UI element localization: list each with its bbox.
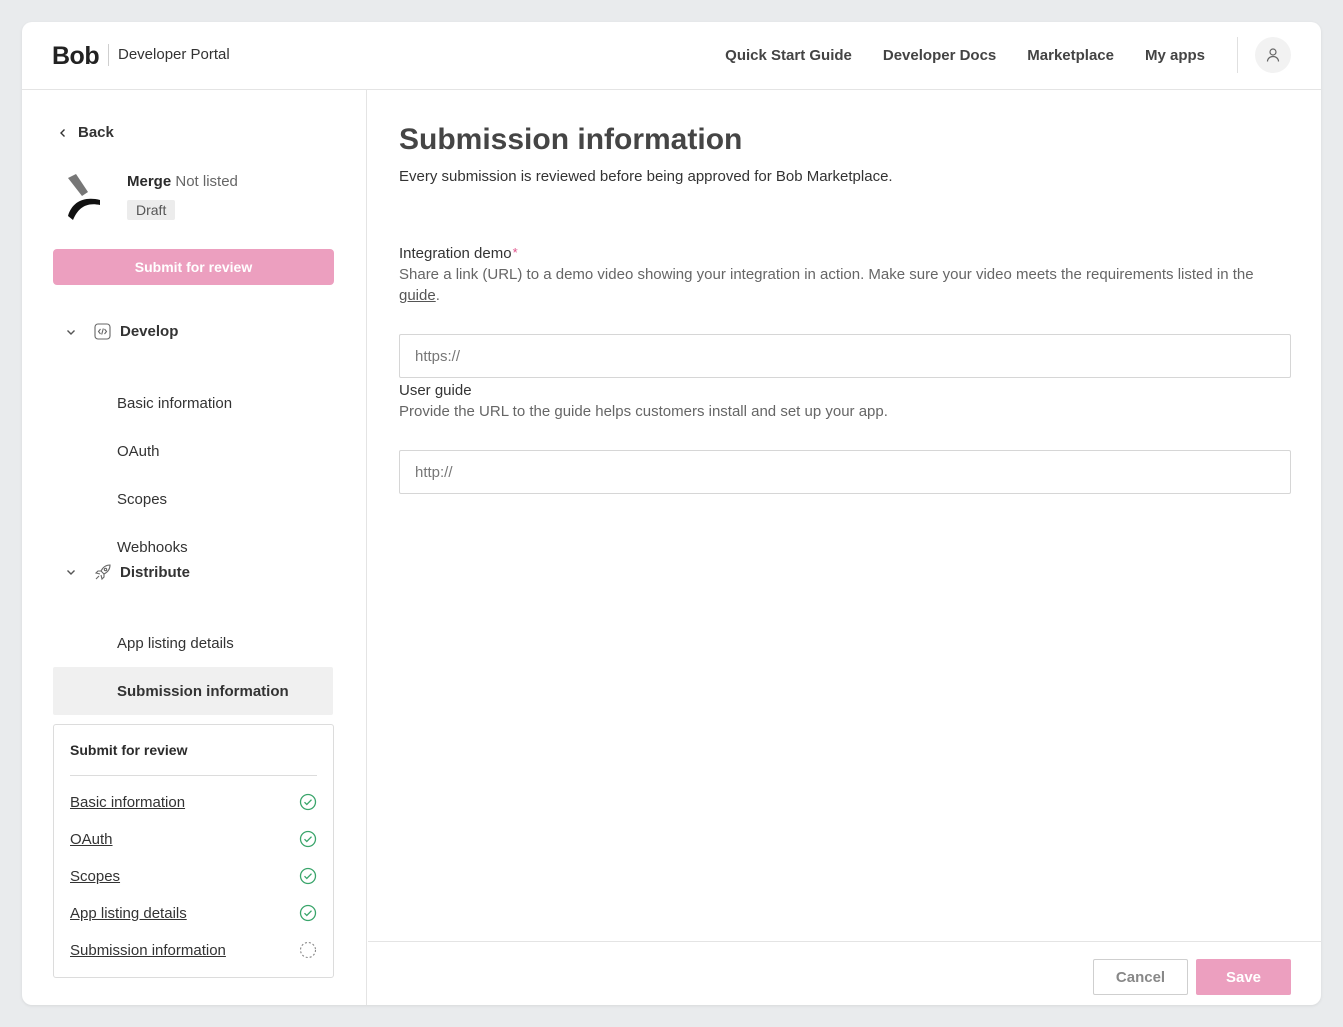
top-bar: Bob Developer Portal Quick Start Guide D… bbox=[22, 22, 1321, 90]
checklist-link-submission-information[interactable]: Submission information bbox=[70, 942, 226, 959]
sidebar: Back Merge Not listed Draft Submit for r… bbox=[22, 90, 367, 1005]
nav-my-apps[interactable]: My apps bbox=[1145, 47, 1205, 64]
check-circle-icon bbox=[299, 830, 317, 848]
checklist-link-app-listing-details[interactable]: App listing details bbox=[70, 905, 187, 922]
sidebar-item-oauth[interactable]: OAuth bbox=[53, 427, 333, 475]
sidebar-item-scopes[interactable]: Scopes bbox=[53, 475, 333, 523]
check-circle-icon bbox=[299, 904, 317, 922]
sidebar-item-submission-information[interactable]: Submission information bbox=[53, 667, 333, 715]
nav-divider bbox=[1237, 37, 1238, 73]
app-window: Bob Developer Portal Quick Start Guide D… bbox=[22, 22, 1321, 1005]
back-link[interactable]: Back bbox=[58, 124, 114, 141]
integration-demo-help-text: Share a link (URL) to a demo video showi… bbox=[399, 266, 1254, 283]
listing-status: Not listed bbox=[175, 173, 238, 190]
section-distribute-label: Distribute bbox=[120, 563, 191, 581]
nav-marketplace[interactable]: Marketplace bbox=[1027, 47, 1114, 64]
check-circle-icon bbox=[299, 867, 317, 885]
cancel-button[interactable]: Cancel bbox=[1093, 959, 1188, 995]
sidebar-item-basic-information[interactable]: Basic information bbox=[53, 379, 333, 427]
checklist-divider bbox=[70, 775, 317, 776]
section-develop[interactable]: Develop bbox=[66, 323, 178, 340]
integration-demo-help: Share a link (URL) to a demo video showi… bbox=[399, 264, 1289, 306]
form-footer: Cancel Save bbox=[368, 941, 1321, 1005]
nav-developer-docs[interactable]: Developer Docs bbox=[883, 47, 996, 64]
submit-for-review-button[interactable]: Submit for review bbox=[53, 249, 334, 285]
checklist-row: App listing details bbox=[70, 904, 317, 922]
chevron-down-icon bbox=[67, 570, 75, 575]
sidebar-item-app-listing-details[interactable]: App listing details bbox=[53, 619, 333, 667]
checklist-row: Submission information bbox=[70, 941, 317, 959]
code-icon bbox=[94, 323, 111, 340]
section-develop-label: Develop bbox=[120, 323, 179, 340]
user-guide-help: Provide the URL to the guide helps custo… bbox=[399, 403, 888, 420]
rocket-icon bbox=[94, 564, 111, 581]
user-guide-input[interactable] bbox=[399, 450, 1291, 494]
nav-quick-start-guide[interactable]: Quick Start Guide bbox=[725, 47, 852, 64]
user-avatar[interactable] bbox=[1255, 37, 1291, 73]
chevron-down-icon bbox=[67, 329, 75, 335]
checklist-title: Submit for review bbox=[70, 742, 188, 758]
checklist-row: Scopes bbox=[70, 867, 317, 885]
app-name-line: Merge Not listed bbox=[127, 173, 238, 190]
review-checklist: Submit for review Basic information OAut… bbox=[53, 724, 334, 978]
main-content: Submission information Every submission … bbox=[368, 90, 1321, 1005]
checklist-link-basic-information[interactable]: Basic information bbox=[70, 794, 185, 811]
status-badge: Draft bbox=[127, 200, 176, 220]
checklist-link-oauth[interactable]: OAuth bbox=[70, 831, 113, 848]
back-label: Back bbox=[78, 124, 114, 141]
checklist-row: Basic information bbox=[70, 793, 317, 811]
integration-demo-input[interactable] bbox=[399, 334, 1291, 378]
app-name: Merge bbox=[127, 173, 172, 190]
chevron-left-icon bbox=[60, 128, 65, 137]
page-title: Submission information bbox=[399, 123, 743, 156]
check-circle-icon bbox=[299, 793, 317, 811]
top-nav: Quick Start Guide Developer Docs Marketp… bbox=[725, 47, 1205, 64]
bob-logo[interactable]: Bob bbox=[52, 42, 100, 71]
page-subtitle: Every submission is reviewed before bein… bbox=[399, 168, 893, 185]
user-guide-label: User guide bbox=[399, 382, 472, 399]
portal-name: Developer Portal bbox=[118, 46, 230, 63]
guide-link[interactable]: guide bbox=[399, 287, 436, 304]
integration-demo-help-end: . bbox=[435, 287, 440, 304]
integration-demo-label-text: Integration demo bbox=[399, 245, 512, 262]
user-icon bbox=[1266, 48, 1280, 62]
logo-divider bbox=[108, 44, 109, 66]
checklist-row: OAuth bbox=[70, 830, 317, 848]
checklist-link-scopes[interactable]: Scopes bbox=[70, 868, 120, 885]
merge-app-logo bbox=[68, 174, 100, 220]
integration-demo-label: Integration demo* bbox=[399, 245, 518, 262]
section-distribute[interactable]: Distribute bbox=[66, 563, 190, 581]
required-mark: * bbox=[512, 245, 518, 260]
save-button[interactable]: Save bbox=[1196, 959, 1291, 995]
pending-circle-icon bbox=[299, 941, 317, 959]
